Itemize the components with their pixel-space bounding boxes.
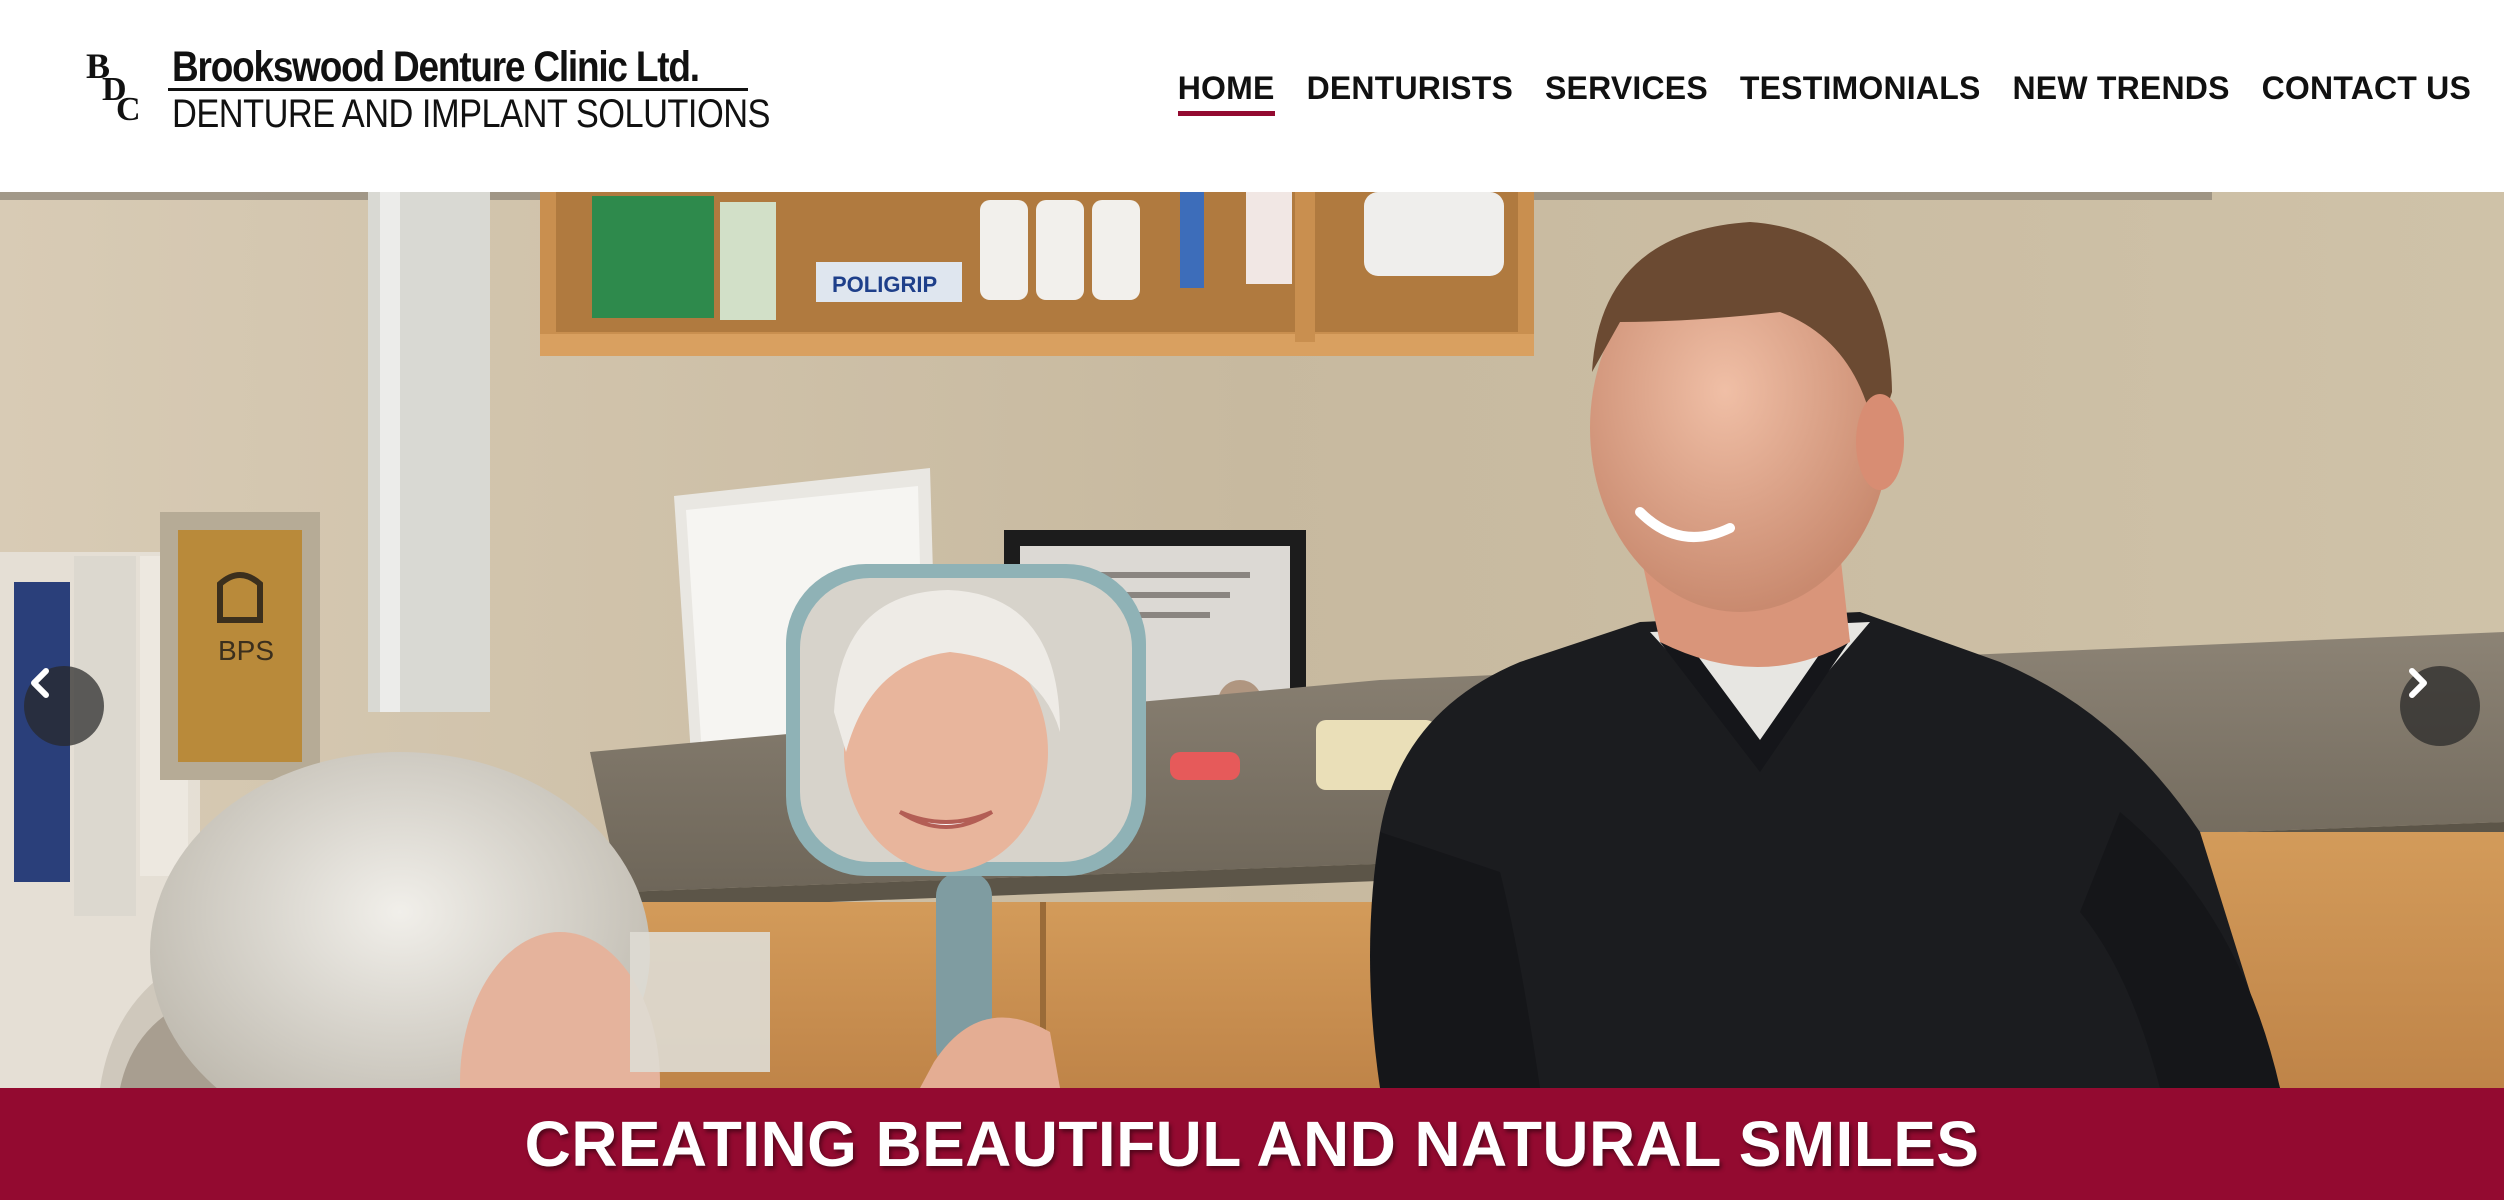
hero-slider: POLIGRIP BPS xyxy=(0,192,2504,1088)
nav-testimonials[interactable]: TESTIMONIALS xyxy=(1740,66,1981,110)
hero-banner: CREATING BEAUTIFUL AND NATURAL SMILES xyxy=(0,1088,2504,1200)
poligrip-label: POLIGRIP xyxy=(832,272,937,297)
nav-contact-us[interactable]: CONTACT US xyxy=(2262,66,2471,110)
nav-home[interactable]: HOME xyxy=(1177,66,1275,116)
hero-photo: POLIGRIP BPS xyxy=(0,192,2504,1088)
monogram-icon: B D C xyxy=(86,48,141,124)
hero-title: CREATING BEAUTIFUL AND NATURAL SMILES xyxy=(524,1108,1980,1180)
nav-new-trends[interactable]: NEW TRENDS xyxy=(2013,66,2230,110)
svg-text:C: C xyxy=(116,91,141,124)
brand-tagline: DENTURE AND IMPLANT SOLUTIONS xyxy=(172,92,770,136)
site-header: B D C Brookswood Denture Clinic Ltd. DEN… xyxy=(0,0,2504,192)
slider-next-button[interactable] xyxy=(2400,666,2480,746)
site-logo[interactable]: B D C Brookswood Denture Clinic Ltd. DEN… xyxy=(86,42,770,142)
bps-plaque-text: BPS xyxy=(218,635,274,666)
slider-prev-button[interactable] xyxy=(24,666,104,746)
brand-name: Brookswood Denture Clinic Ltd. xyxy=(172,43,700,91)
nav-services[interactable]: SERVICES xyxy=(1545,66,1708,110)
nav-denturists[interactable]: DENTURISTS xyxy=(1307,66,1513,110)
chevron-right-icon xyxy=(2409,668,2427,698)
main-nav: HOME DENTURISTS SERVICES TESTIMONIALS NE… xyxy=(1146,66,2471,116)
chevron-left-icon xyxy=(31,668,49,698)
